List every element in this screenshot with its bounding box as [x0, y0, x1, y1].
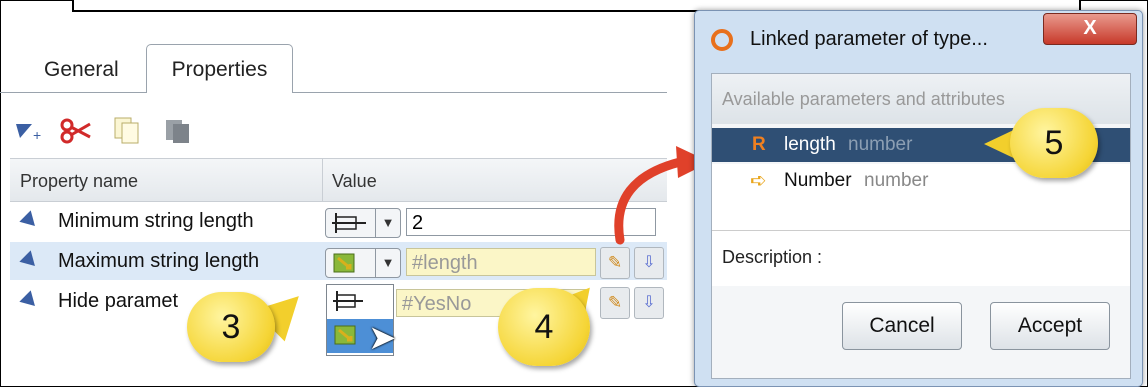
value-mode-combo[interactable]: ▼ — [325, 208, 401, 238]
copy-button[interactable] — [112, 116, 140, 144]
tab-properties[interactable]: Properties — [146, 44, 293, 93]
linked-value-icon — [334, 325, 356, 345]
attribute-icon: R — [752, 134, 766, 155]
property-name: Maximum string length — [58, 250, 260, 272]
scissors-icon — [60, 118, 91, 144]
paste-icon — [166, 120, 189, 143]
property-icon — [19, 210, 41, 232]
linked-value-icon — [333, 253, 355, 273]
property-name: Minimum string length — [58, 210, 254, 232]
chevron-down-icon[interactable]: ▼ — [375, 249, 400, 277]
callout-bubble-3: 3 — [187, 292, 275, 362]
svg-text:+: + — [33, 127, 41, 143]
parameter-arrow-icon: ➪ — [750, 170, 767, 192]
mouse-cursor-icon: ➤ — [368, 319, 397, 357]
accept-button[interactable]: Accept — [990, 302, 1110, 350]
description-label: Description : — [712, 230, 1130, 286]
callout-bubble-5: 5 — [1010, 108, 1098, 178]
link-parameter-icon[interactable]: ⇩ — [634, 247, 664, 279]
column-header-property-name: Property name — [20, 171, 139, 191]
parameter-list-empty-area — [712, 198, 1130, 230]
chevron-down-icon[interactable]: ▼ — [375, 209, 400, 237]
parameter-name: length — [784, 134, 836, 155]
close-button[interactable]: X — [1043, 13, 1137, 45]
property-name: Hide paramet — [58, 290, 179, 312]
parameter-name: Number — [784, 170, 852, 191]
property-icon — [19, 250, 41, 272]
table-row[interactable]: Minimum string length ▼ 2 — [10, 202, 667, 240]
add-property-icon: + — [16, 124, 41, 143]
callout-bubble-4: 4 — [498, 288, 590, 366]
dropdown-item-constant[interactable] — [327, 285, 393, 317]
property-icon — [19, 290, 41, 312]
cancel-button[interactable]: Cancel — [842, 302, 962, 350]
tab-general[interactable]: General — [44, 58, 119, 82]
dialog-title: Linked parameter of type... — [750, 28, 988, 50]
property-table-header: Property name Value — [10, 158, 667, 202]
link-parameter-icon[interactable]: ⇩ — [634, 287, 664, 319]
value-mode-combo[interactable]: ▼ — [325, 248, 401, 278]
linked-parameter-dialog: Linked parameter of type... X Available … — [694, 10, 1143, 387]
parameter-type: number — [848, 134, 913, 155]
copy-icon — [114, 117, 139, 144]
parameter-type: number — [864, 170, 929, 191]
add-property-button[interactable]: + — [14, 116, 42, 144]
constant-value-icon — [332, 213, 366, 233]
cut-button[interactable] — [60, 116, 91, 144]
column-header-value: Value — [332, 171, 377, 191]
tab-strip-divider — [0, 92, 667, 93]
pencil-icon[interactable]: ✎ — [600, 247, 630, 279]
linked-value-field[interactable]: #length — [406, 248, 596, 276]
paste-button[interactable] — [164, 116, 192, 144]
column-separator — [322, 159, 323, 201]
table-row[interactable]: Maximum string length ▼ #length ✎ ⇩ — [10, 242, 667, 280]
app-logo-icon — [711, 29, 733, 51]
constant-value-icon — [333, 291, 363, 311]
